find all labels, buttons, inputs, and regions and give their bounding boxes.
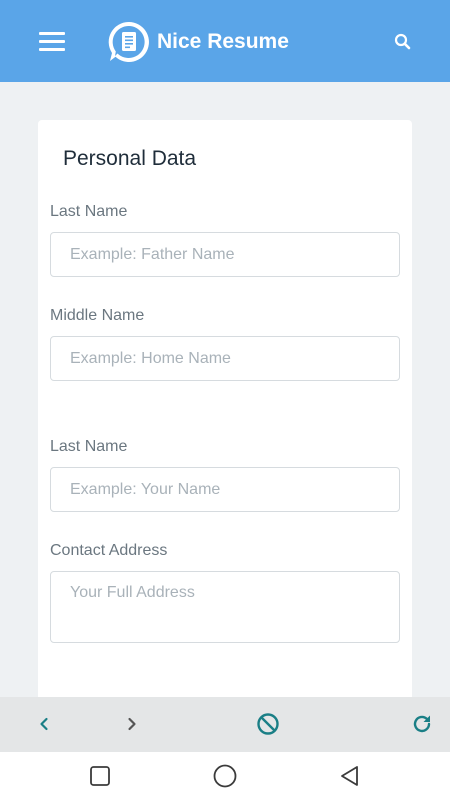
- home-icon[interactable]: [213, 764, 237, 788]
- system-nav-bar: [0, 752, 450, 800]
- back-icon[interactable]: [338, 764, 362, 788]
- stop-icon[interactable]: [256, 712, 280, 736]
- section-title: Personal Data: [63, 147, 197, 170]
- contact-address-input[interactable]: [50, 571, 400, 643]
- chevron-left-icon[interactable]: [32, 712, 56, 736]
- last-name-label: Last Name: [50, 203, 128, 220]
- chevron-right-icon[interactable]: [120, 712, 144, 736]
- reload-icon[interactable]: [410, 712, 434, 736]
- name-label: Last Name: [50, 438, 128, 455]
- last-name-input[interactable]: [50, 232, 400, 277]
- recents-icon[interactable]: [88, 764, 112, 788]
- search-icon[interactable]: [393, 32, 413, 52]
- middle-name-label: Middle Name: [50, 307, 145, 324]
- contact-address-label: Contact Address: [50, 542, 168, 559]
- name-input[interactable]: [50, 467, 400, 512]
- app-bar: Nice Resume: [0, 0, 450, 82]
- app-logo-icon: [108, 21, 149, 62]
- browser-toolbar: [0, 697, 450, 752]
- menu-icon[interactable]: [39, 32, 65, 52]
- app-title: Nice Resume: [157, 30, 289, 53]
- middle-name-input[interactable]: [50, 336, 400, 381]
- personal-data-card: Personal Data Last Name Middle Name Last…: [38, 120, 412, 740]
